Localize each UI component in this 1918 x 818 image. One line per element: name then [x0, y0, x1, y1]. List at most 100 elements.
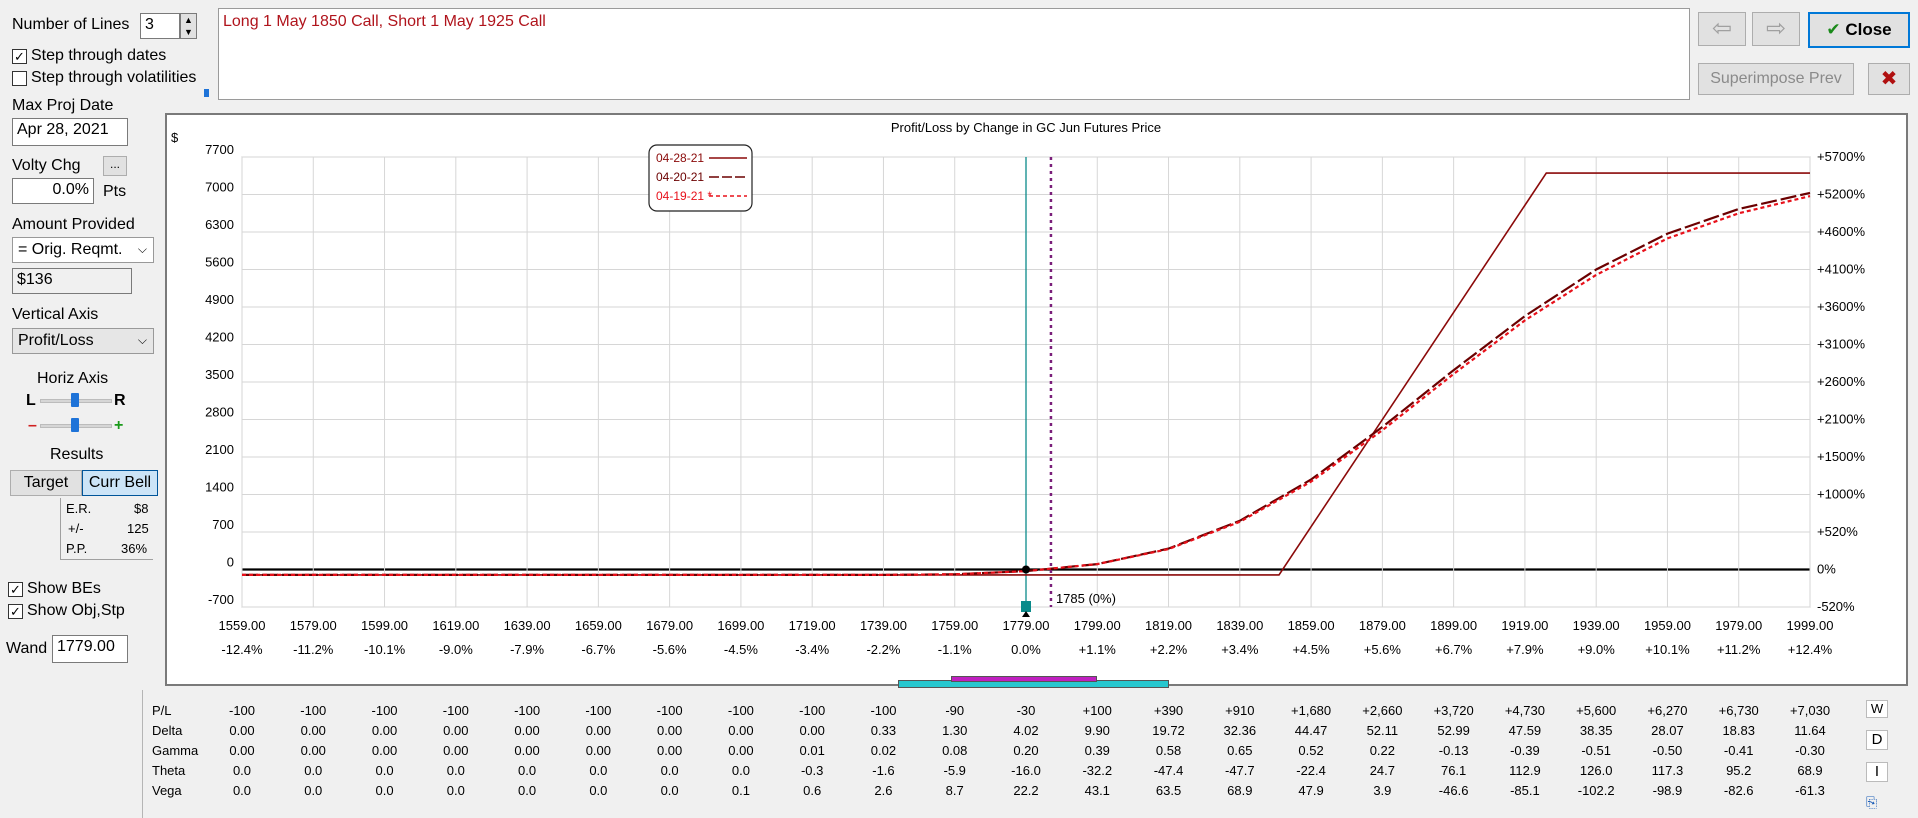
table-cell: -100: [514, 703, 541, 718]
right-tick-label: 0%: [1817, 562, 1836, 577]
chevron-down-icon: ⌵: [137, 333, 147, 347]
strategy-description: Long 1 May 1850 Call, Short 1 May 1925 C…: [218, 8, 1690, 100]
y-tick-label: 0: [227, 555, 234, 570]
table-cell: 38.35: [1579, 723, 1613, 738]
table-cell: 47.59: [1508, 723, 1542, 738]
x-pct-label: -5.6%: [653, 642, 687, 657]
side-d-button[interactable]: D: [1866, 730, 1888, 750]
show-obj-checkbox[interactable]: ✓ Show Obj,Stp: [8, 602, 125, 620]
volty-unit: Pts: [103, 183, 127, 200]
x-tick-label: 1719.00: [789, 618, 836, 633]
amount-select[interactable]: = Orig. Reqmt. ⌵: [12, 237, 154, 263]
horiz-lr-thumb[interactable]: [71, 393, 79, 407]
table-cell: 126.0: [1579, 763, 1613, 778]
table-cell: 117.3: [1651, 763, 1684, 778]
x-pct-label: -2.2%: [866, 642, 900, 657]
table-cell: 0.0: [304, 783, 323, 798]
back-arrow-button[interactable]: ⇦: [1698, 12, 1746, 46]
table-cell: 0.0: [660, 763, 679, 778]
current-point: [1022, 565, 1030, 574]
table-cell: 0.0: [304, 763, 323, 778]
step-vols-checkbox[interactable]: Step through volatilities: [12, 69, 196, 87]
zoom-minus-label: –: [28, 417, 37, 434]
table-cell: 3.9: [1373, 783, 1392, 798]
left-unit-label: $: [171, 130, 179, 145]
table-cell: 0.1: [731, 783, 750, 798]
x-pct-label: +3.4%: [1221, 642, 1259, 657]
table-cell: -0.30: [1795, 743, 1825, 758]
table-cell: 4.02: [1013, 723, 1039, 738]
right-tick-label: +2600%: [1817, 374, 1866, 389]
delete-button[interactable]: ✖: [1868, 63, 1910, 95]
x-tick-label: 1599.00: [361, 618, 408, 633]
wand-input[interactable]: 1779.00: [52, 635, 128, 663]
max-proj-date-input[interactable]: Apr 28, 2021: [12, 118, 128, 146]
num-lines-spinner[interactable]: ▲ ▼: [180, 13, 197, 39]
table-cell: 0.01: [799, 743, 825, 758]
amount-label: Amount Provided: [12, 216, 135, 233]
superimpose-prev-button[interactable]: Superimpose Prev: [1698, 63, 1854, 95]
bell-core-bar: [951, 676, 1098, 682]
table-cell: 44.47: [1294, 723, 1328, 738]
x-tick-label: 1939.00: [1573, 618, 1620, 633]
results-label: Results: [50, 446, 104, 463]
chart-title: Profit/Loss by Change in GC Jun Futures …: [891, 120, 1161, 135]
show-bes-checkbox[interactable]: ✓ Show BEs: [8, 580, 101, 598]
step-dates-label: Step through dates: [31, 47, 167, 64]
table-cell: +1,680: [1291, 703, 1332, 718]
chevron-down-icon: ⌵: [137, 242, 147, 256]
table-cell: -100: [442, 703, 469, 718]
forward-arrow-button[interactable]: ⇨: [1752, 12, 1800, 46]
x-pct-label: -6.7%: [581, 642, 615, 657]
forward-arrow-icon: ⇨: [1765, 15, 1787, 42]
right-tick-label: +3100%: [1817, 337, 1866, 352]
table-cell: +6,730: [1718, 703, 1759, 718]
volty-input[interactable]: 0.0%: [12, 178, 94, 204]
x-pct-label: +7.9%: [1506, 642, 1544, 657]
x-tick-label: 1799.00: [1074, 618, 1121, 633]
export-icon[interactable]: ⎘: [1866, 794, 1886, 812]
volty-more-button[interactable]: ...: [103, 156, 127, 176]
table-cell: -85.1: [1510, 783, 1540, 798]
horiz-r-label: R: [114, 392, 126, 409]
x-pct-label: -12.4%: [221, 642, 263, 657]
table-row-label: Delta: [152, 723, 183, 738]
x-tick-label: 1859.00: [1288, 618, 1335, 633]
table-cell: 0.0: [232, 763, 252, 778]
vol-step-slider[interactable]: [190, 89, 214, 99]
table-cell: 0.00: [585, 743, 612, 758]
step-vols-label: Step through volatilities: [31, 69, 197, 86]
y-tick-label: 4200: [205, 330, 234, 345]
horiz-zoom-thumb[interactable]: [71, 418, 79, 432]
y-tick-label: 700: [212, 517, 234, 532]
table-cell: -102.2: [1577, 783, 1615, 798]
curr-bell-button[interactable]: Curr Bell: [82, 470, 158, 496]
table-cell: 22.2: [1013, 783, 1039, 798]
x-tick-label: 1919.00: [1501, 618, 1548, 633]
table-cell: 0.00: [728, 743, 754, 758]
target-button[interactable]: Target: [10, 470, 82, 496]
vert-axis-select[interactable]: Profit/Loss ⌵: [12, 328, 154, 354]
x-pct-label: +1.1%: [1079, 642, 1117, 657]
x-pct-label: +5.6%: [1364, 642, 1402, 657]
table-cell: -100: [870, 703, 897, 718]
x-tick-label: 1999.00: [1787, 618, 1834, 633]
show-bes-checkmark: ✓: [8, 581, 23, 597]
table-cell: 0.0: [518, 763, 537, 778]
close-button[interactable]: ✔ Close: [1808, 12, 1910, 48]
table-cell: +390: [1153, 703, 1184, 718]
table-cell: 0.58: [1155, 743, 1182, 758]
x-tick-label: 1579.00: [290, 618, 337, 633]
show-obj-label: Show Obj,Stp: [27, 602, 125, 619]
x-pct-label: -4.5%: [724, 642, 758, 657]
side-i-button[interactable]: I: [1866, 762, 1888, 782]
table-cell: -61.3: [1795, 783, 1825, 798]
table-cell: -5.9: [943, 763, 966, 778]
side-w-button[interactable]: W: [1866, 700, 1888, 718]
wand-label: Wand: [6, 640, 48, 657]
step-dates-checkbox[interactable]: ✓ Step through dates: [12, 47, 166, 65]
table-cell: 0.0: [232, 783, 252, 798]
y-tick-label: 5600: [205, 255, 234, 270]
x-pct-label: -3.4%: [795, 642, 829, 657]
num-lines-input[interactable]: 3: [140, 13, 180, 39]
